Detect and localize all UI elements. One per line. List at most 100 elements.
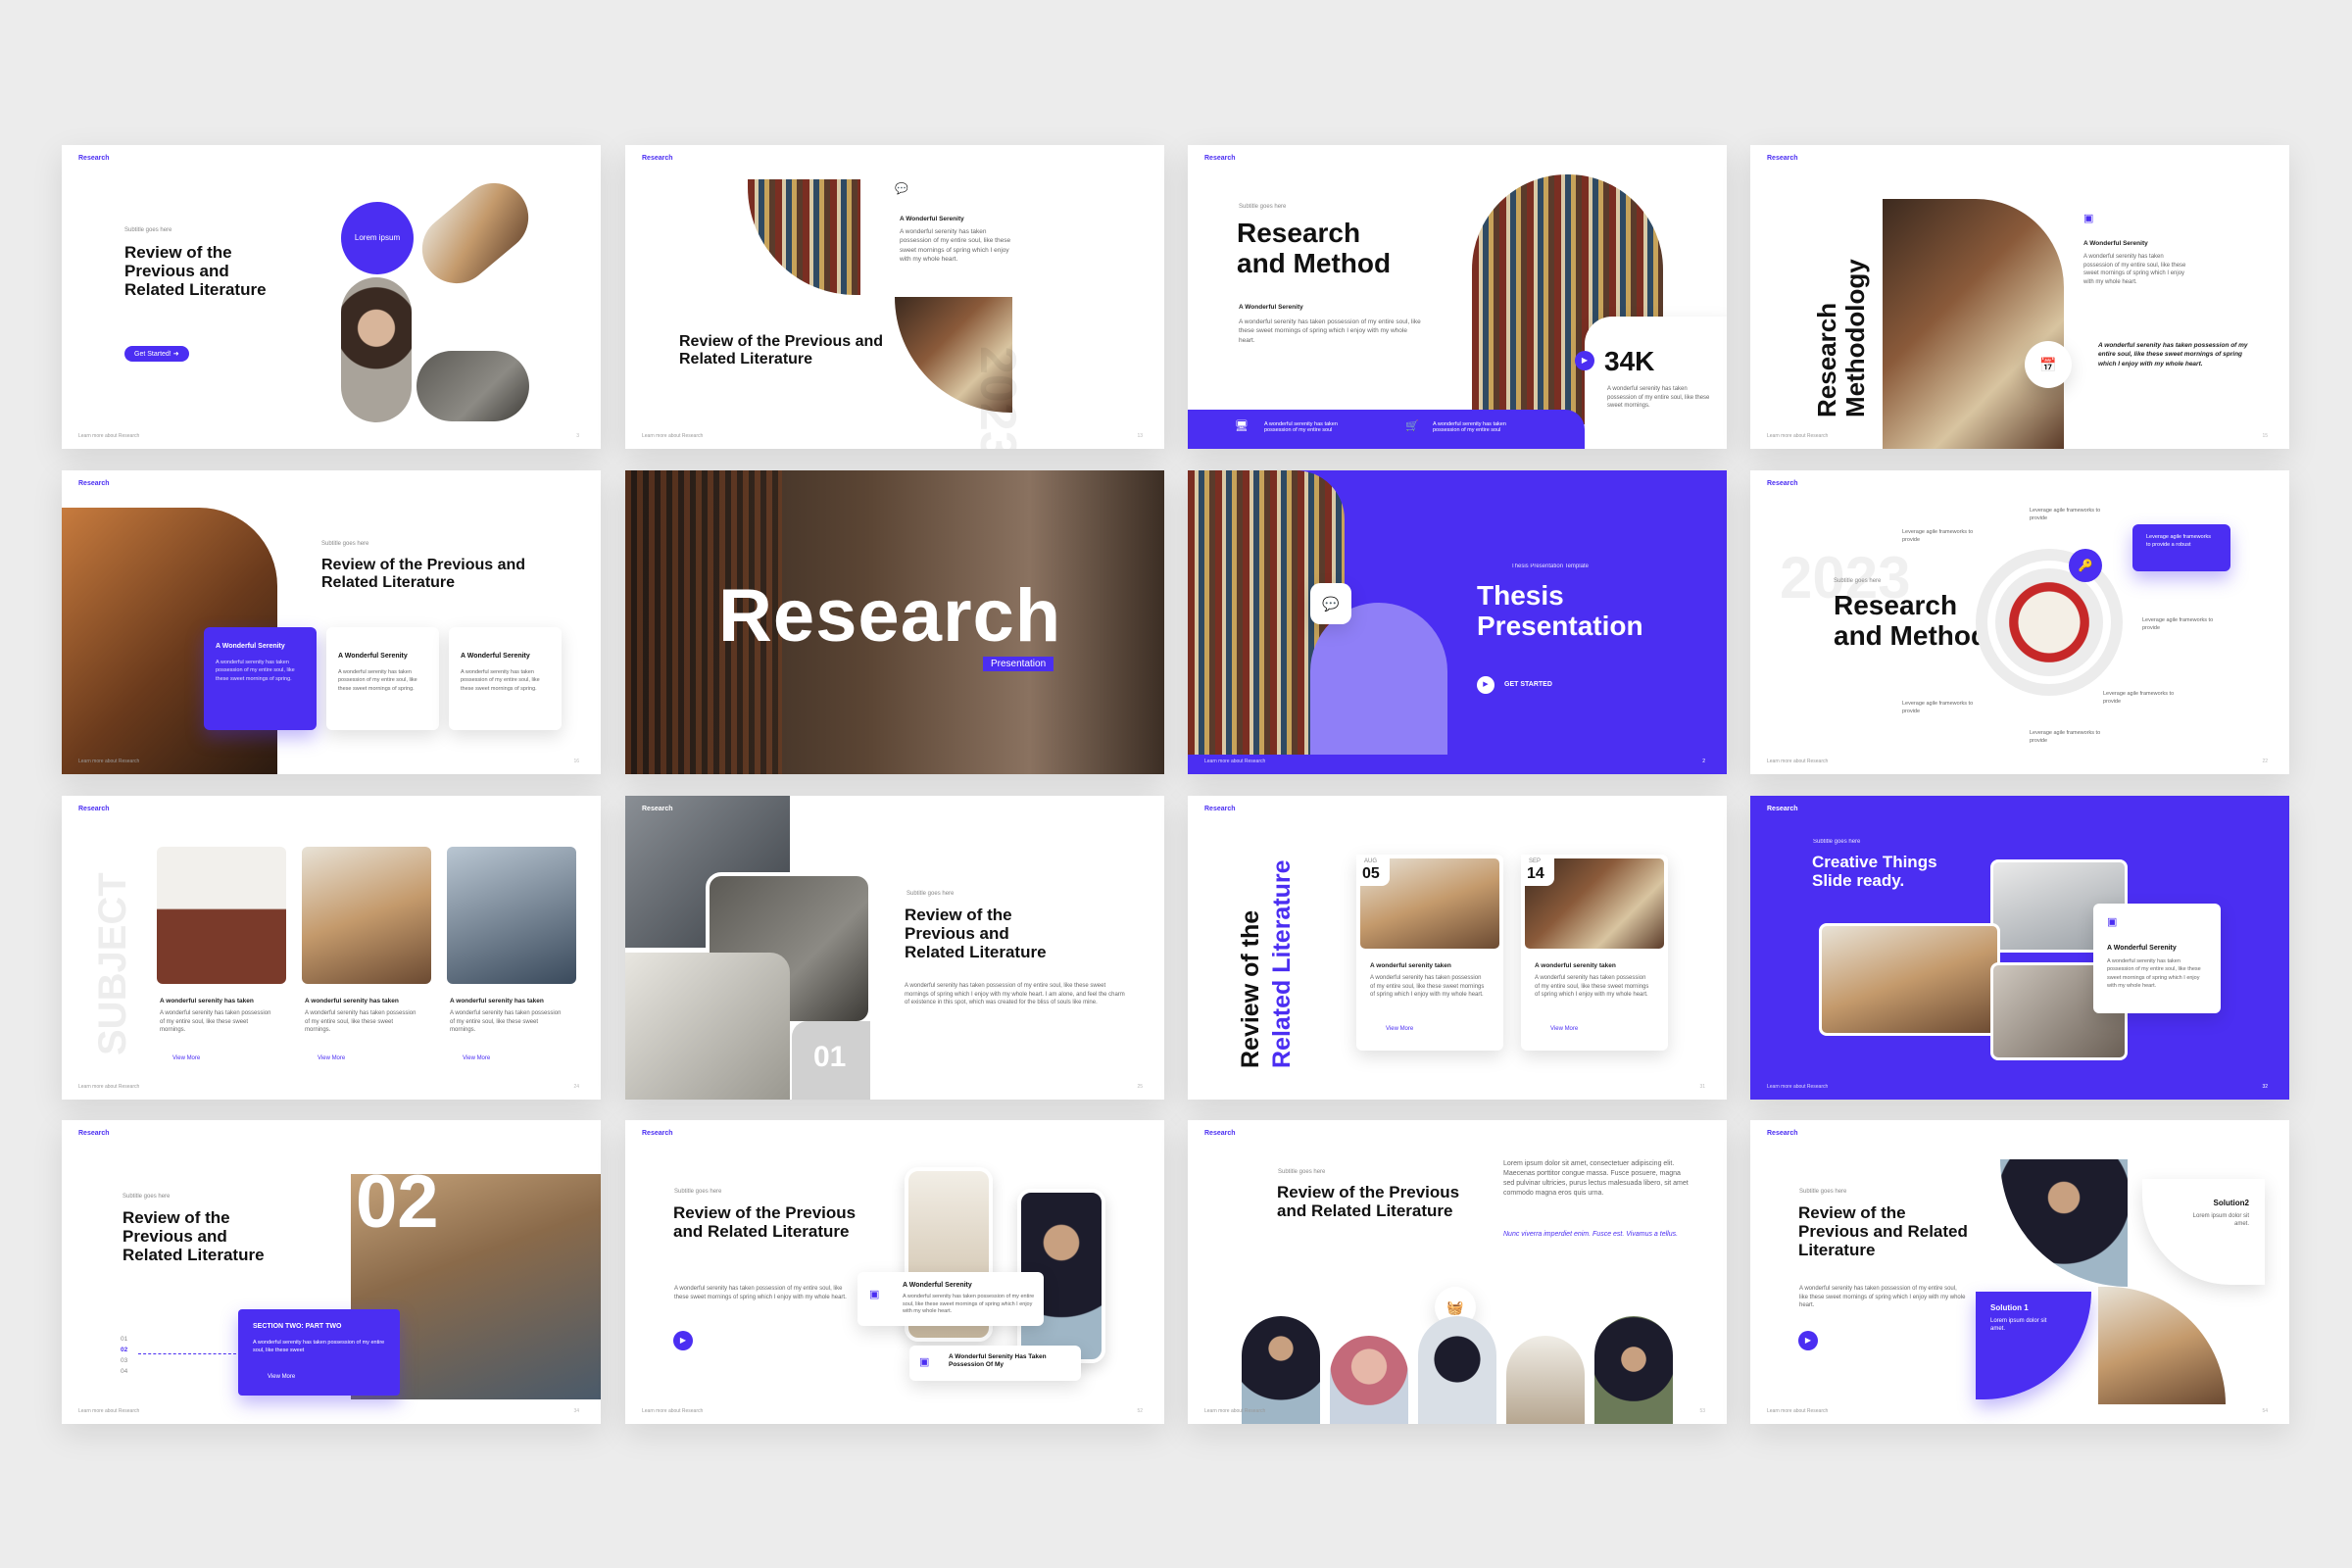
get-started-link[interactable]: GET STARTED xyxy=(1504,681,1552,688)
page-number: 54 xyxy=(2262,1408,2268,1414)
card-text: A wonderful serenity has taken possessio… xyxy=(2083,254,2186,286)
page-number: 52 xyxy=(1137,1408,1143,1414)
page-number: 31 xyxy=(1699,1084,1705,1090)
play-circle[interactable]: ▶ xyxy=(1477,676,1494,694)
event-card-1[interactable]: AUG 05 A wonderful serenity taken A wond… xyxy=(1356,855,1503,1051)
chat-icon-badge[interactable]: 💬 xyxy=(1310,583,1351,624)
feature-card-3[interactable]: A Wonderful Serenity A wonderful serenit… xyxy=(449,627,562,730)
play-button[interactable]: ▶ xyxy=(1575,351,1594,370)
card-title: A Wonderful Serenity xyxy=(2083,240,2148,247)
body-text: A wonderful serenity has taken possessio… xyxy=(1799,1286,1966,1309)
bar-text-1: A wonderful serenity has taken possessio… xyxy=(1264,421,1338,433)
slide-title-vertical: Research Methodology xyxy=(1812,259,1871,417)
slide-title: Review of the Previous and Related Liter… xyxy=(122,1208,265,1265)
view-more-event-1[interactable]: View More xyxy=(1386,1026,1413,1032)
slide-subtitle: Subtitle goes here xyxy=(1278,1169,1326,1175)
slide-subtitle: Subtitle goes here xyxy=(1834,578,1882,584)
play-button[interactable]: ▶ xyxy=(673,1331,693,1350)
leverage-card[interactable]: Leverage agile frameworks to provide a r… xyxy=(2132,524,2230,571)
calendar-icon-badge[interactable]: 📅 xyxy=(2025,341,2072,388)
date-badge-2: SEP 14 xyxy=(1521,855,1554,886)
slide-6[interactable]: Research Presentation xyxy=(625,470,1164,774)
chat-icon: 💬 xyxy=(895,183,908,195)
slide-title: Research xyxy=(718,574,1062,658)
play-button[interactable]: ▶ xyxy=(1798,1331,1818,1350)
leverage-text-5: Leverage agile frameworks to provide xyxy=(1902,701,1974,714)
view-more-1[interactable]: View More xyxy=(172,1055,200,1061)
slide-14[interactable]: Research Subtitle goes here Review of th… xyxy=(625,1120,1164,1424)
slide-13[interactable]: Research Subtitle goes here Review of th… xyxy=(62,1120,601,1424)
slide-5[interactable]: Research Subtitle goes here Review of th… xyxy=(62,470,601,774)
slide-title: Review of the Previous and Related Liter… xyxy=(905,906,1047,962)
monitor-icon: 🖥 xyxy=(1235,420,1249,432)
page-number: 15 xyxy=(2262,433,2268,439)
photo-round xyxy=(416,351,529,421)
arch-photo-4 xyxy=(1506,1336,1585,1424)
slide-title-vertical-a: Review of the xyxy=(1237,909,1264,1068)
slide-subtitle: Subtitle goes here xyxy=(321,541,369,547)
footer: Learn more about Research xyxy=(78,1084,140,1090)
event-caption-2: A wonderful serenity taken xyxy=(1535,962,1616,969)
arch-photo-5 xyxy=(1594,1316,1673,1424)
date-badge-1: AUG 05 xyxy=(1356,855,1390,886)
slide-15[interactable]: Research Subtitle goes here Review of th… xyxy=(1188,1120,1727,1424)
footer: Learn more about Research xyxy=(78,433,140,439)
slide-10[interactable]: Research 01 Subtitle goes here Review of… xyxy=(625,796,1164,1100)
subject-ghost: SUBJECT xyxy=(91,872,134,1055)
photo-book xyxy=(1995,568,2103,676)
caption-1: A wonderful serenity has taken xyxy=(160,998,254,1004)
key-icon[interactable]: 🔑 xyxy=(2069,549,2102,582)
slide-12[interactable]: Research Subtitle goes here Creative Thi… xyxy=(1750,796,2289,1100)
get-started-button[interactable]: Get Started! ➜ xyxy=(124,346,189,362)
bar-text-2: A wonderful serenity has taken possessio… xyxy=(1433,421,1506,433)
stat-card xyxy=(1585,317,1727,449)
text-1: A wonderful serenity has taken possessio… xyxy=(160,1010,271,1034)
event-card-2[interactable]: SEP 14 A wonderful serenity taken A wond… xyxy=(1521,855,1668,1051)
slide-title: Creative Things Slide ready. xyxy=(1812,853,1937,891)
slide-9[interactable]: Research SUBJECT A wonderful serenity ha… xyxy=(62,796,601,1100)
wonder-card[interactable]: ▣ A Wonderful Serenity A wonderful seren… xyxy=(858,1272,1044,1326)
feature-card-1[interactable]: A Wonderful Serenity A wonderful serenit… xyxy=(204,627,317,730)
slide-subtitle: Subtitle goes here xyxy=(1813,839,1861,845)
slide-title: Research and Method xyxy=(1237,218,1392,279)
slide-title: Thesis Presentation xyxy=(1477,580,1643,642)
feature-card[interactable]: ▣ A Wonderful Serenity A wonderful seren… xyxy=(2093,904,2221,1013)
leverage-text-2: Leverage agile frameworks to provide xyxy=(1902,529,1974,543)
slide-16[interactable]: Research Subtitle goes here Review of th… xyxy=(1750,1120,2289,1424)
slide-subtitle: Subtitle goes here xyxy=(906,891,955,897)
slide-7[interactable]: 💬 Thesis Presentation Template Thesis Pr… xyxy=(1188,470,1727,774)
page-number: 53 xyxy=(1699,1408,1705,1414)
footer: Learn more about Research xyxy=(1767,433,1829,439)
body-text: A wonderful serenity has taken possessio… xyxy=(674,1286,847,1300)
section-card[interactable]: SECTION TWO: PART TWO A wonderful sereni… xyxy=(238,1309,400,1396)
view-more-event-2[interactable]: View More xyxy=(1550,1026,1578,1032)
event-text-1: A wonderful serenity has taken possessio… xyxy=(1370,975,1485,999)
pill-card[interactable]: ▣ A Wonderful Serenity Has Taken Possess… xyxy=(909,1346,1081,1381)
photo-lecture-hall xyxy=(1819,923,2000,1036)
stat-text: A wonderful serenity has taken possessio… xyxy=(1607,386,1710,410)
text-3: A wonderful serenity has taken possessio… xyxy=(450,1010,562,1034)
photo-pill xyxy=(408,169,543,298)
feature-card-2[interactable]: A Wonderful Serenity A wonderful serenit… xyxy=(326,627,439,730)
page-number: 3 xyxy=(576,433,579,439)
slide-title-vertical-b: Related Literature xyxy=(1268,859,1296,1068)
brand: Research xyxy=(1204,1130,1236,1137)
page-number: 34 xyxy=(573,1408,579,1414)
slide-1[interactable]: Research Subtitle goes here Review of th… xyxy=(62,145,601,449)
view-more-3[interactable]: View More xyxy=(463,1055,490,1061)
footer: Learn more about Research xyxy=(78,759,140,764)
solution-2-card[interactable]: Solution2 Lorem ipsum dolor sit amet. xyxy=(2142,1179,2265,1285)
brand: Research xyxy=(642,155,673,162)
cart-icon: 🛒 xyxy=(1405,420,1419,432)
view-more-2[interactable]: View More xyxy=(318,1055,345,1061)
slide-8[interactable]: Research 2023 Subtitle goes here Researc… xyxy=(1750,470,2289,774)
slide-4[interactable]: Research Research Methodology 📅 ▣ A Wond… xyxy=(1750,145,2289,449)
page-number: 32 xyxy=(2262,1084,2268,1090)
brand: Research xyxy=(78,806,110,812)
solution-1-card[interactable]: Solution 1 Lorem ipsum dolor sit amet. xyxy=(1976,1292,2091,1399)
slide-2[interactable]: Research 💬 A Wonderful Serenity A wonder… xyxy=(625,145,1164,449)
slide-11[interactable]: Research Review of the Related Literatur… xyxy=(1188,796,1727,1100)
slide-subtitle: Subtitle goes here xyxy=(1799,1189,1847,1195)
slide-subtitle: Subtitle goes here xyxy=(674,1189,722,1195)
slide-3[interactable]: Research Subtitle goes here Research and… xyxy=(1188,145,1727,449)
